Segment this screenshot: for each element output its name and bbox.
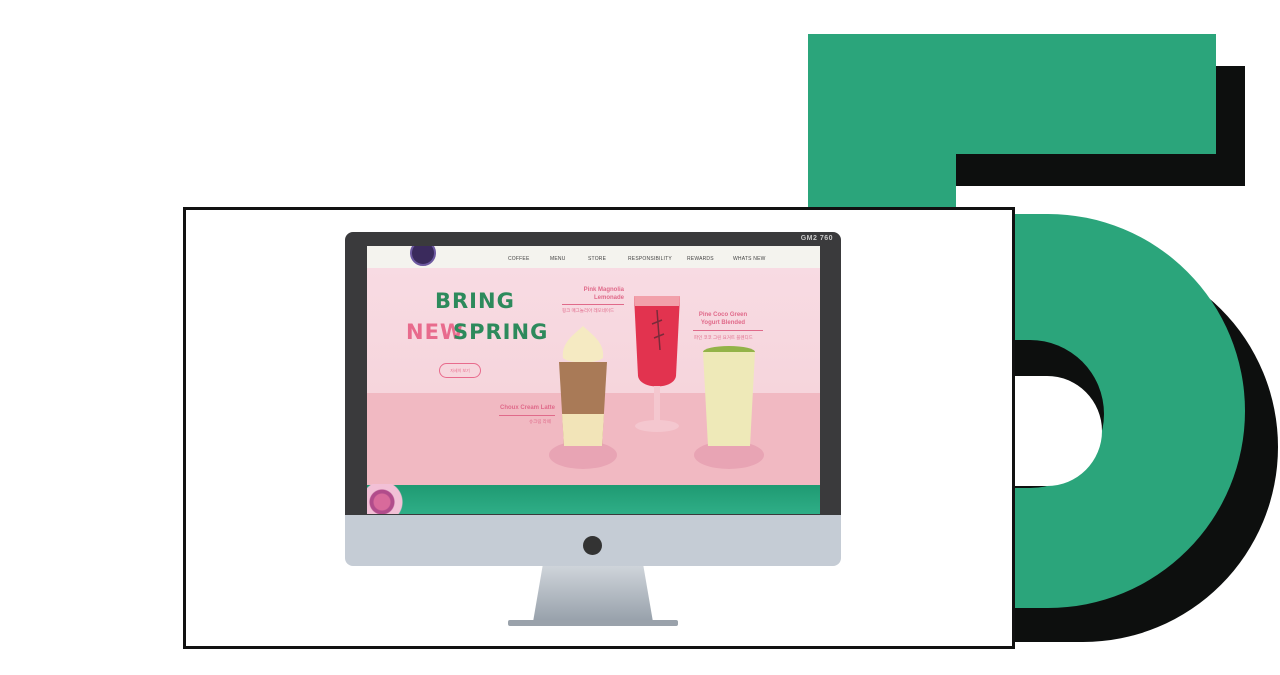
footer-green-band — [367, 485, 820, 514]
monitor-brand: GM2 760 — [800, 235, 833, 242]
detail-button[interactable]: 자세히 보기 — [439, 363, 481, 378]
drink-divider — [499, 415, 555, 416]
website-screen: COFFEE MENU STORE RESPONSIBILITY REWARDS… — [367, 246, 820, 514]
headline-spring: SPRING — [453, 320, 549, 344]
nav-rewards[interactable]: REWARDS — [687, 256, 714, 262]
drink-subtitle-pink-magnolia: 핑크 매그놀리아 레모네이드 — [562, 308, 615, 313]
drink-title-pine-coco-2: Yogurt Blended — [700, 320, 746, 326]
monitor-logo-dot — [583, 536, 602, 555]
nav-menu[interactable]: MENU — [550, 256, 566, 262]
drink-title-pine-coco-1: Pine Coco Green — [698, 312, 748, 318]
drink-divider — [693, 330, 763, 331]
monitor-base — [508, 620, 678, 626]
nav-whats-new[interactable]: WHATS NEW — [733, 256, 766, 262]
navbar: COFFEE MENU STORE RESPONSIBILITY REWARDS… — [367, 246, 820, 268]
choux-cream-latte-image — [559, 326, 607, 446]
drink-title-pink-magnolia-1: Pink Magnolia — [583, 287, 624, 293]
pink-magnolia-lemonade-image — [634, 296, 680, 432]
drink-title-pink-magnolia-2: Lemonade — [593, 295, 624, 301]
drink-divider — [562, 304, 624, 305]
monitor-stand — [533, 566, 653, 622]
site-logo[interactable] — [410, 246, 436, 266]
flower-decoration — [367, 484, 417, 514]
headline-bring: BRING — [435, 289, 515, 313]
pine-coco-green-yogurt-image — [703, 346, 755, 446]
nav-responsibility[interactable]: RESPONSIBILITY — [628, 256, 672, 262]
drink-subtitle-pine-coco: 파인 코코 그린 요거트 블렌디드 — [694, 335, 753, 340]
drink-title-choux-cream: Choux Cream Latte — [499, 405, 555, 411]
numeral-five-stem — [808, 34, 956, 234]
nav-coffee[interactable]: COFFEE — [508, 256, 529, 262]
nav-store[interactable]: STORE — [588, 256, 606, 262]
drink-subtitle-choux-cream: 슈크림 라떼 — [529, 419, 551, 424]
